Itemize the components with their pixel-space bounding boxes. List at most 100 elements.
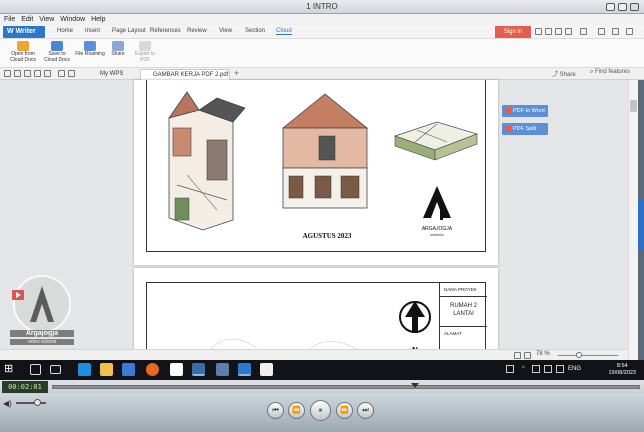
pdf-page-plan: NAMA PROYEK RUMAH 2 LANTAI ALAMAT N bbox=[134, 268, 498, 361]
open-from-cloud-button[interactable]: Open from Cloud Docs bbox=[6, 41, 40, 63]
player-taskbar-icon[interactable] bbox=[192, 363, 205, 376]
tab-references[interactable]: References bbox=[150, 28, 181, 34]
seek-playhead[interactable] bbox=[411, 383, 419, 388]
tab-cloud[interactable]: Cloud bbox=[276, 28, 292, 35]
tab-section[interactable]: Section bbox=[245, 28, 265, 34]
front-elevation-drawing bbox=[281, 93, 369, 209]
player-title-bar: 1 INTRO bbox=[0, 0, 644, 14]
pdf-page-cover: AGUSTUS 2023 ARGAJOGJA arsitektur bbox=[134, 80, 498, 265]
volume-icon[interactable] bbox=[556, 365, 564, 373]
menu-window[interactable]: Window bbox=[60, 14, 85, 25]
menu-edit[interactable]: Edit bbox=[21, 14, 33, 25]
redo-icon[interactable] bbox=[68, 70, 75, 77]
menu-view[interactable]: View bbox=[39, 14, 54, 25]
taskbar-clock[interactable]: 8:54 19/08/2023 bbox=[608, 363, 636, 377]
settings-icon[interactable] bbox=[565, 28, 572, 35]
people-icon[interactable] bbox=[506, 365, 514, 373]
menu-file[interactable]: File bbox=[4, 14, 15, 25]
view-mode-icon[interactable] bbox=[514, 352, 521, 359]
windows-start-icon[interactable]: ⊞ bbox=[4, 363, 17, 376]
previous-button[interactable]: ⏮ bbox=[267, 402, 284, 419]
menu-help[interactable]: Help bbox=[91, 14, 105, 25]
tab-review[interactable]: Review bbox=[187, 28, 207, 34]
writer-restore-icon[interactable] bbox=[612, 28, 619, 35]
network-icon[interactable] bbox=[532, 365, 540, 373]
scroll-thumb[interactable] bbox=[630, 100, 637, 112]
tab-page-layout[interactable]: Page Layout bbox=[112, 28, 146, 34]
sign-in-button[interactable]: Sign in bbox=[495, 26, 531, 38]
file-roaming-button[interactable]: File Roaming bbox=[74, 41, 106, 58]
tab-home[interactable]: Home bbox=[57, 28, 73, 34]
share-doc-button[interactable]: ⤴ Share bbox=[552, 69, 576, 78]
writer-status-bar: 78 % bbox=[0, 349, 628, 360]
clock-time: 8:54 bbox=[616, 363, 628, 369]
seek-bar[interactable] bbox=[52, 383, 640, 389]
ribbon-toggle-icon[interactable] bbox=[580, 28, 587, 35]
store-icon[interactable] bbox=[122, 363, 135, 376]
clock-date: 19/08/2023 bbox=[608, 370, 636, 376]
writer-minimize-icon[interactable] bbox=[598, 28, 605, 35]
new-icon[interactable] bbox=[4, 70, 11, 77]
fast-forward-button[interactable]: ⏩ bbox=[336, 402, 353, 419]
writer-app-button[interactable]: W Writer bbox=[3, 26, 45, 38]
isometric-floorplan-drawing bbox=[393, 121, 479, 161]
minimize-button[interactable] bbox=[606, 3, 615, 11]
print-icon[interactable] bbox=[34, 70, 41, 77]
search-icon[interactable] bbox=[30, 364, 41, 375]
skin-icon[interactable] bbox=[545, 28, 552, 35]
export-to-pdf-label: Export to PDF bbox=[134, 51, 155, 63]
battery-icon[interactable] bbox=[544, 365, 552, 373]
web-view-icon[interactable] bbox=[524, 352, 531, 359]
watermark-brand: Argajogja bbox=[10, 330, 74, 337]
maximize-button[interactable] bbox=[618, 3, 627, 11]
edge-icon[interactable] bbox=[78, 363, 91, 376]
writer-tab-bar: W Writer Home Insert Page Layout Referen… bbox=[0, 25, 644, 39]
new-tab-plus-icon[interactable]: + bbox=[234, 68, 239, 78]
task-view-icon[interactable] bbox=[50, 365, 61, 374]
help-icon[interactable] bbox=[555, 28, 562, 35]
save-icon[interactable] bbox=[24, 70, 31, 77]
tray-chevron-icon[interactable]: ^ bbox=[522, 366, 525, 372]
volume-slider-thumb[interactable] bbox=[34, 399, 41, 406]
undo-icon[interactable] bbox=[58, 70, 65, 77]
language-indicator[interactable]: ENG bbox=[568, 366, 581, 372]
close-button[interactable] bbox=[630, 3, 639, 11]
player-timeline: 00:02:01 bbox=[0, 380, 644, 394]
mail-icon[interactable] bbox=[170, 363, 183, 376]
share-button[interactable]: Share bbox=[108, 41, 128, 58]
document-area[interactable]: AGUSTUS 2023 ARGAJOGJA arsitektur NAMA P… bbox=[0, 80, 628, 361]
window-title: 1 INTRO bbox=[306, 2, 338, 11]
writer-close-icon[interactable] bbox=[626, 28, 633, 35]
zoom-slider[interactable] bbox=[558, 355, 618, 356]
pdf-split-label: PDF Split bbox=[513, 126, 537, 132]
save-to-cloud-button[interactable]: Save to Cloud Docs bbox=[42, 41, 72, 63]
find-features-button[interactable]: ⌕ Find features bbox=[590, 69, 630, 76]
rewind-button[interactable]: ⏪ bbox=[288, 402, 305, 419]
camtasia-taskbar-icon[interactable] bbox=[260, 363, 273, 376]
vertical-scrollbar[interactable] bbox=[628, 80, 638, 360]
tab-gambar-kerja-pdf[interactable]: GAMBAR KERJA PDF 2.pdf bbox=[140, 69, 230, 80]
tab-my-wps[interactable]: My WPS bbox=[88, 69, 136, 80]
volume-icon[interactable]: ◀) bbox=[3, 399, 12, 408]
tab-view[interactable]: View bbox=[219, 28, 232, 34]
export-to-pdf-button[interactable]: Export to PDF bbox=[132, 41, 158, 63]
cart-icon[interactable] bbox=[535, 28, 542, 35]
pdf-to-word-label: PDF to Word bbox=[513, 108, 545, 114]
tab-insert[interactable]: Insert bbox=[85, 28, 100, 34]
open-icon[interactable] bbox=[14, 70, 21, 77]
file-explorer-icon[interactable] bbox=[100, 363, 113, 376]
share-icon bbox=[112, 41, 124, 51]
windows-taskbar: ⊞ ^ ENG 8:54 19/08/2023 bbox=[0, 360, 644, 380]
zoom-slider-thumb[interactable] bbox=[576, 352, 582, 358]
pause-button[interactable]: ⏸ bbox=[310, 400, 331, 421]
pdf-split-button[interactable]: PDF Split bbox=[502, 123, 548, 135]
pdf-to-word-button[interactable]: PDF to Word bbox=[502, 105, 548, 117]
volume-slider[interactable] bbox=[16, 402, 46, 404]
firefox-icon[interactable] bbox=[146, 363, 159, 376]
date-label: AGUSTUS 2023 bbox=[303, 232, 352, 240]
next-button[interactable]: ⏭ bbox=[357, 402, 374, 419]
preview-icon[interactable] bbox=[44, 70, 51, 77]
wps-writer-taskbar-icon[interactable] bbox=[238, 363, 251, 376]
app-taskbar-icon[interactable] bbox=[216, 363, 229, 376]
player-menu-bar: File Edit View Window Help bbox=[0, 14, 644, 25]
